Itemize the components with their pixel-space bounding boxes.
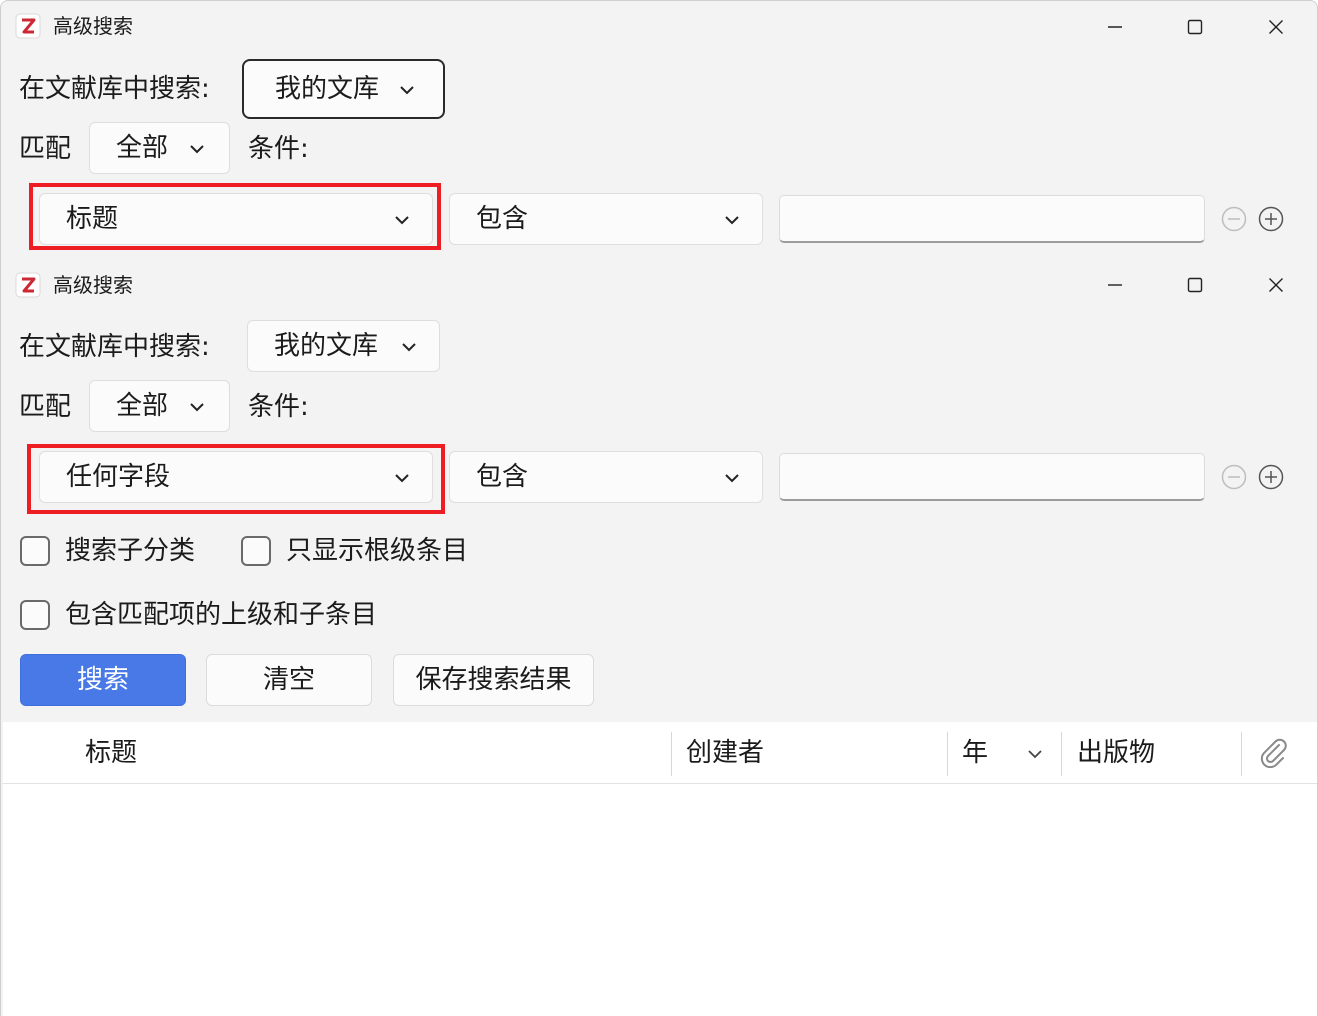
column-publication[interactable]: 出版物 — [1077, 736, 1155, 770]
condition-text-input[interactable] — [779, 195, 1205, 243]
add-condition-icon[interactable] — [1258, 464, 1284, 490]
maximize-icon — [1187, 19, 1203, 35]
window-title: 高级搜索 — [53, 14, 133, 38]
library-dropdown-value: 我的文库 — [274, 331, 379, 361]
column-year[interactable]: 年 — [962, 736, 988, 770]
maximize-button[interactable] — [1165, 7, 1225, 47]
title-bar[interactable]: 高级搜索 — [1, 268, 1317, 318]
include-parent-child-checkbox[interactable] — [20, 600, 50, 630]
column-title[interactable]: 标题 — [85, 736, 137, 770]
close-button[interactable] — [1246, 7, 1306, 47]
zotero-app-icon — [15, 13, 41, 39]
operator-dropdown[interactable]: 包含 — [449, 451, 763, 503]
condition-text-input[interactable] — [779, 453, 1205, 501]
library-dropdown[interactable]: 我的文库 — [242, 59, 445, 119]
window-title: 高级搜索 — [53, 273, 133, 297]
search-button[interactable]: 搜索 — [20, 654, 186, 706]
match-dropdown[interactable]: 全部 — [89, 380, 230, 432]
library-label: 在文献库中搜索: — [19, 332, 210, 362]
column-separator[interactable] — [671, 732, 672, 776]
include-parent-child-label: 包含匹配项的上级和子条目 — [65, 600, 378, 630]
zotero-app-icon — [15, 272, 41, 298]
add-condition-icon[interactable] — [1258, 206, 1284, 232]
chevron-down-icon — [725, 216, 739, 225]
chevron-down-icon — [400, 86, 414, 95]
operator-dropdown-value: 包含 — [476, 204, 529, 234]
close-button[interactable] — [1246, 265, 1306, 305]
advanced-search-window-bottom: 高级搜索 在文献库中搜索: 我的文库 匹配 全部 条件: 任何字段 包含 搜索子… — [0, 268, 1318, 1016]
column-separator[interactable] — [1061, 732, 1062, 776]
match-dropdown-value: 全部 — [116, 133, 169, 163]
conditions-label: 条件: — [248, 134, 309, 164]
chevron-down-icon — [725, 474, 739, 483]
results-column-header: 标题 创建者 年 出版物 — [3, 722, 1317, 784]
match-dropdown-value: 全部 — [116, 391, 169, 421]
save-search-button[interactable]: 保存搜索结果 — [393, 654, 594, 706]
close-icon — [1269, 20, 1283, 34]
remove-condition-icon — [1221, 464, 1247, 490]
column-creator[interactable]: 创建者 — [686, 736, 764, 770]
remove-condition-icon — [1221, 206, 1247, 232]
show-only-top-level-checkbox[interactable] — [241, 536, 271, 566]
attachment-icon[interactable] — [1257, 736, 1289, 768]
search-subcollections-label: 搜索子分类 — [65, 536, 196, 566]
minimize-button[interactable] — [1085, 7, 1145, 47]
advanced-search-window-top: 高级搜索 在文献库中搜索: 我的文库 匹配 全部 条件: 标题 包含 — [0, 0, 1318, 268]
library-label: 在文献库中搜索: — [19, 74, 210, 104]
library-dropdown[interactable]: 我的文库 — [247, 320, 440, 372]
minimize-icon — [1108, 26, 1122, 28]
chevron-down-icon — [402, 343, 416, 352]
operator-dropdown-value: 包含 — [476, 462, 529, 492]
library-dropdown-value: 我的文库 — [275, 74, 380, 104]
results-table: 标题 创建者 年 出版物 — [3, 722, 1317, 1016]
highlight-box — [29, 183, 441, 250]
chevron-down-icon — [190, 145, 204, 154]
show-only-top-level-label: 只显示根级条目 — [286, 536, 469, 566]
title-bar[interactable]: 高级搜索 — [1, 1, 1317, 51]
highlight-box — [27, 444, 445, 514]
close-icon — [1269, 278, 1283, 292]
maximize-icon — [1187, 277, 1203, 293]
minimize-icon — [1108, 284, 1122, 286]
match-label: 匹配 — [19, 392, 72, 422]
column-separator[interactable] — [947, 732, 948, 776]
sort-chevron-down-icon — [1028, 750, 1042, 759]
clear-button[interactable]: 清空 — [206, 654, 372, 706]
search-subcollections-checkbox[interactable] — [20, 536, 50, 566]
chevron-down-icon — [190, 403, 204, 412]
maximize-button[interactable] — [1165, 265, 1225, 305]
conditions-label: 条件: — [248, 392, 309, 422]
match-dropdown[interactable]: 全部 — [89, 122, 230, 174]
column-separator[interactable] — [1241, 732, 1242, 776]
minimize-button[interactable] — [1085, 265, 1145, 305]
match-label: 匹配 — [19, 134, 72, 164]
operator-dropdown[interactable]: 包含 — [449, 193, 763, 245]
